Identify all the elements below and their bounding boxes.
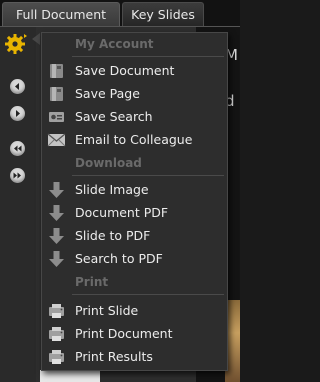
- menu-divider: [72, 175, 224, 176]
- gear-icon[interactable]: [4, 31, 28, 55]
- menu-divider: [72, 294, 224, 295]
- tab-full-document[interactable]: Full Document: [2, 2, 120, 26]
- printer-icon: [49, 350, 64, 364]
- menu-item-print-results[interactable]: Print Results: [42, 346, 227, 368]
- menu-item-email-to-colleague[interactable]: Email to Colleague: [42, 129, 227, 151]
- menu-pointer: [32, 33, 40, 45]
- tab-key-slides[interactable]: Key Slides: [122, 2, 204, 26]
- fast-forward-icon[interactable]: [10, 168, 25, 183]
- menu-item-print-slide[interactable]: Print Slide: [42, 300, 227, 322]
- menu-header-download: Download: [75, 156, 142, 170]
- menu-header-print: Print: [75, 275, 109, 289]
- download-arrow-icon: [49, 182, 64, 198]
- download-arrow-icon: [49, 205, 64, 221]
- folder-save-icon: [50, 64, 63, 78]
- menu-item-save-search[interactable]: Save Search: [42, 106, 227, 128]
- menu-item-search-to-pdf[interactable]: Search to PDF: [42, 248, 227, 270]
- download-arrow-icon: [49, 228, 64, 244]
- next-icon[interactable]: [10, 106, 25, 121]
- background-text: d: [225, 92, 235, 110]
- rewind-icon[interactable]: [10, 141, 25, 156]
- menu-item-slide-image[interactable]: Slide Image: [42, 179, 227, 201]
- menu-item-document-pdf[interactable]: Document PDF: [42, 202, 227, 224]
- menu-item-save-document[interactable]: Save Document: [42, 60, 227, 82]
- tab-bar: Full Document Key Slides: [0, 0, 240, 27]
- envelope-icon: [47, 133, 66, 147]
- page-thumbnail: [40, 370, 100, 382]
- account-menu: My Account Save Document Save Page Save …: [41, 32, 228, 371]
- menu-header-my-account: My Account: [75, 37, 154, 51]
- printer-icon: [49, 304, 64, 318]
- folder-save-icon: [50, 87, 63, 101]
- previous-icon[interactable]: [10, 79, 25, 94]
- download-arrow-icon: [49, 251, 64, 267]
- menu-item-print-document[interactable]: Print Document: [42, 323, 227, 345]
- menu-item-save-page[interactable]: Save Page: [42, 83, 227, 105]
- background-text: M: [225, 46, 238, 64]
- printer-icon: [49, 327, 64, 341]
- search-card-icon: [49, 112, 64, 122]
- menu-item-slide-to-pdf[interactable]: Slide to PDF: [42, 225, 227, 247]
- menu-divider: [72, 56, 224, 57]
